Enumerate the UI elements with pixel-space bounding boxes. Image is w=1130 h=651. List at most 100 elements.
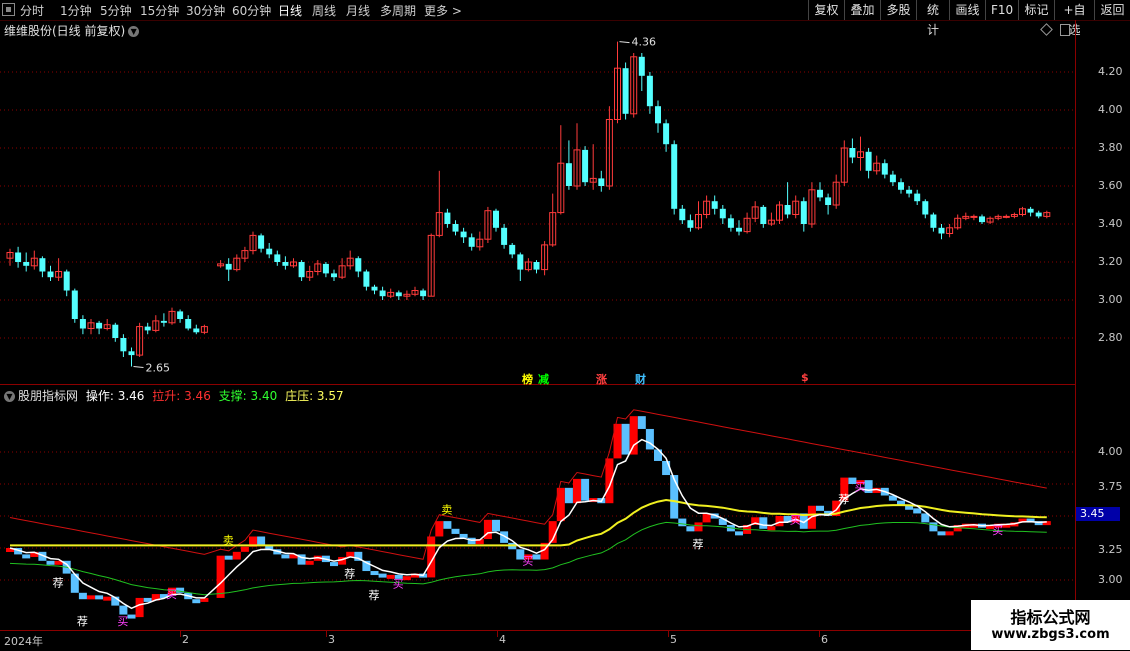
indicator-bar (443, 521, 452, 529)
indicator-bar (816, 505, 824, 511)
candle-body (727, 218, 734, 228)
candle-body (533, 262, 540, 270)
indicator-bar (629, 416, 638, 455)
indicator-bar (305, 560, 314, 565)
candle-body (128, 351, 135, 356)
x-axis-label: 6 (821, 633, 828, 646)
indicator-bar (192, 599, 201, 604)
indicator-bar (451, 528, 460, 534)
indicator-bar (678, 518, 687, 527)
candle-body (355, 258, 362, 272)
candle-body (96, 322, 103, 329)
indicator-bar (662, 460, 671, 476)
indicator-bar (257, 536, 266, 546)
candle-body (282, 262, 289, 266)
buy-signal: 买 (790, 514, 801, 527)
high-price-annotation: 4.36 (632, 36, 657, 49)
candle-body (225, 263, 232, 270)
indicator-bar (532, 554, 541, 560)
indicator-bar (767, 526, 776, 531)
candle-body (468, 237, 475, 247)
recommend-signal: 荐 (53, 576, 64, 589)
candle-body (144, 326, 151, 331)
indicator-bar (759, 517, 768, 529)
x-tick (819, 631, 820, 637)
candle-body (395, 292, 402, 297)
x-tick (497, 631, 498, 637)
candle-body (63, 271, 70, 291)
indicator-tick: 3.25 (1098, 543, 1123, 556)
y-axis-line (1075, 20, 1076, 630)
price-tick: 3.20 (1098, 255, 1123, 268)
candle-body (517, 254, 524, 270)
candle-body (582, 149, 589, 183)
candle-body (331, 273, 337, 278)
candle-body (120, 338, 127, 352)
sell-signal: 卖 (223, 534, 234, 547)
candle-body (881, 163, 888, 175)
indicator-bar (103, 596, 112, 601)
indicator-bar (435, 521, 444, 537)
candle-body (760, 206, 767, 224)
candle-body (622, 68, 629, 114)
candle-body (493, 210, 499, 228)
candle-body (663, 123, 670, 145)
indicator-bar (46, 560, 55, 565)
indicator-bar (224, 555, 233, 560)
candle-body (825, 197, 832, 205)
indicator-tick: 3.75 (1098, 480, 1123, 493)
candle-body (160, 320, 167, 323)
candle-body (15, 252, 22, 262)
price-tick: 4.20 (1098, 65, 1123, 78)
indicator-tick: 4.00 (1098, 445, 1123, 458)
candle-body (970, 215, 978, 218)
indicator-bar (378, 573, 387, 578)
indicator-bar (654, 449, 662, 461)
candle-body (817, 189, 823, 198)
watermark-url: www.zbgs3.com (991, 627, 1110, 642)
recommend-signal: 荐 (693, 538, 704, 551)
indicator-bar (330, 562, 338, 567)
candle-body (1027, 208, 1034, 213)
candle-body (719, 208, 726, 219)
price-tick: 3.80 (1098, 141, 1123, 154)
buy-signal: 买 (393, 578, 404, 591)
candle-body (930, 214, 937, 228)
candle-body (1035, 212, 1042, 217)
candle-body (322, 263, 329, 274)
buy-signal: 买 (522, 555, 533, 568)
indicator-bar (645, 428, 654, 450)
candle-body (800, 201, 807, 224)
candle-body (638, 56, 645, 76)
x-tick (326, 631, 327, 637)
candle-body (39, 258, 46, 272)
candle-body (501, 227, 508, 245)
x-tick (180, 631, 181, 637)
indicator-bar (95, 595, 104, 600)
candle-body (452, 224, 459, 232)
candle-body (420, 290, 427, 297)
back-button[interactable]: 返回 (1094, 0, 1130, 20)
candle-body (938, 227, 945, 234)
candle-body (371, 286, 378, 291)
candle-body (177, 311, 184, 319)
recommend-signal: 荐 (344, 567, 355, 580)
candle-body (112, 324, 119, 338)
candle-body (671, 144, 678, 209)
candle-body (79, 319, 86, 329)
candlestick-chart[interactable]: 4.362.65荐荐荐荐荐荐买买买买买买买卖卖 (0, 0, 1075, 630)
candle-body (509, 244, 516, 255)
indicator-bar (216, 555, 225, 598)
indicator-bar (22, 554, 31, 559)
x-axis-label: 4 (499, 633, 506, 646)
indicator-bar (135, 597, 144, 618)
current-value-label: 3.45 (1076, 507, 1120, 521)
indicator-bar (459, 533, 468, 538)
indicator-bar (232, 551, 241, 560)
buy-signal: 买 (166, 588, 177, 601)
watermark: 指标公式网 www.zbgs3.com (971, 600, 1130, 650)
candle-body (565, 163, 572, 186)
candle-body (258, 235, 265, 249)
price-tick: 3.40 (1098, 217, 1123, 230)
indicator-bar (402, 576, 411, 581)
